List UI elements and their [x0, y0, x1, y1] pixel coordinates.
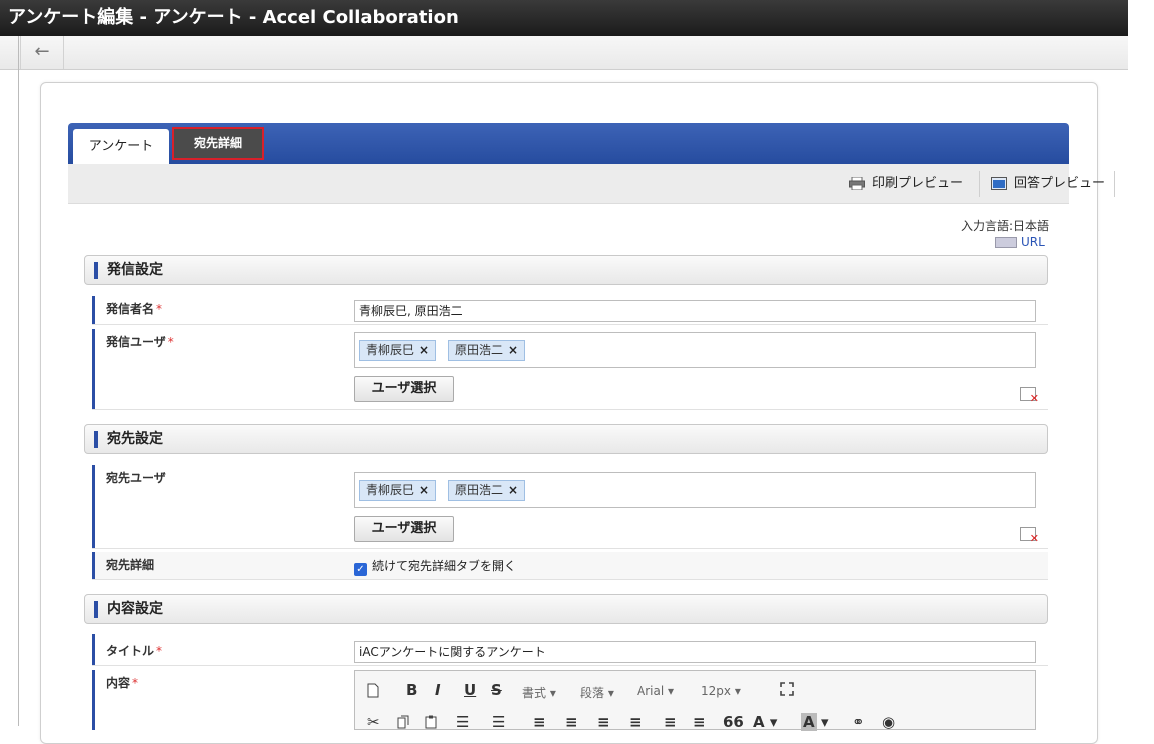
clear-users-icon[interactable]: [1020, 527, 1039, 545]
url-label: URL: [1021, 235, 1045, 249]
user-tag: 原田浩二 ×: [448, 340, 526, 361]
url-icon: [995, 237, 1017, 248]
checkbox-checked-icon[interactable]: ✓: [354, 563, 367, 576]
required-mark: *: [156, 644, 163, 658]
sender-name-input[interactable]: 青柳辰巳, 原田浩二: [354, 300, 1036, 322]
window-title: アンケート編集 - アンケート - Accel Collaboration: [0, 0, 1128, 36]
outdent-icon[interactable]: ≡: [664, 713, 677, 731]
align-right-icon[interactable]: ≡: [597, 713, 610, 731]
remove-tag-icon[interactable]: ×: [508, 343, 518, 357]
recipient-user-label: 宛先ユーザ: [92, 465, 346, 548]
preview-eye-icon[interactable]: ◉: [882, 713, 895, 731]
indent-icon[interactable]: ≡: [693, 713, 706, 731]
section-title: 内容設定: [107, 601, 163, 617]
sender-user-label: 発信ユーザ *: [92, 329, 346, 409]
preview-window-icon: [991, 177, 1007, 190]
sender-user-select-button[interactable]: ユーザ選択: [354, 376, 454, 402]
open-detail-checkbox[interactable]: ✓ 続けて宛先詳細タブを開く: [354, 557, 516, 576]
section-marker: [94, 431, 98, 448]
fullscreen-icon[interactable]: [780, 682, 794, 696]
strikethrough-button[interactable]: S: [491, 681, 502, 699]
tab-recipient-detail[interactable]: 宛先詳細: [172, 127, 264, 160]
section-header-content[interactable]: 内容設定: [84, 594, 1048, 624]
print-preview-label: 印刷プレビュー: [872, 176, 964, 191]
paragraph-dropdown[interactable]: 段落 ▾: [580, 684, 614, 701]
paste-icon[interactable]: [425, 715, 437, 729]
cut-icon[interactable]: ✂: [367, 713, 380, 731]
required-mark: *: [156, 302, 163, 316]
underline-button[interactable]: U: [464, 681, 476, 699]
italic-button[interactable]: I: [435, 681, 441, 699]
find-binoculars-icon[interactable]: ⚭: [852, 713, 865, 731]
blockquote-icon[interactable]: 66: [723, 713, 744, 731]
input-language: 入力言語:日本語: [960, 219, 1049, 233]
section-header-recipient[interactable]: 宛先設定: [84, 424, 1048, 454]
section-title: 発信設定: [107, 262, 163, 278]
tab-bar: アンケート 宛先詳細: [68, 123, 1069, 164]
answer-preview-label: 回答プレビュー: [1014, 176, 1106, 191]
size-dropdown[interactable]: 12px ▾: [701, 684, 741, 698]
background-color-button[interactable]: A: [801, 713, 817, 731]
numbered-list-icon[interactable]: ☰: [492, 713, 505, 731]
remove-tag-icon[interactable]: ×: [419, 343, 429, 357]
bg-color-dropdown-icon[interactable]: ▾: [821, 713, 829, 731]
sender-user-tagbox[interactable]: 青柳辰巳 × 原田浩二 ×: [354, 332, 1036, 368]
row-recipient-detail: 宛先詳細 ✓ 続けて宛先詳細タブを開く: [92, 552, 1048, 580]
user-tag: 原田浩二 ×: [448, 480, 526, 501]
bullet-list-icon[interactable]: ☰: [456, 713, 469, 731]
remove-tag-icon[interactable]: ×: [508, 483, 518, 497]
back-arrow-icon[interactable]: ←: [20, 36, 64, 69]
open-detail-checkbox-label: 続けて宛先詳細タブを開く: [372, 559, 517, 573]
printer-icon: [849, 177, 865, 190]
align-left-icon[interactable]: ≡: [533, 713, 546, 731]
section-header-sender[interactable]: 発信設定: [84, 255, 1048, 285]
top-toolbar: ←: [0, 36, 1128, 70]
remove-tag-icon[interactable]: ×: [419, 483, 429, 497]
sender-name-label: 発信者名 *: [92, 296, 346, 324]
recipient-user-tagbox[interactable]: 青柳辰巳 × 原田浩二 ×: [354, 472, 1036, 508]
url-link[interactable]: URL: [995, 235, 1045, 249]
user-tag: 青柳辰巳 ×: [359, 480, 437, 501]
title-input[interactable]: iACアンケートに関するアンケート: [354, 641, 1036, 663]
new-document-icon[interactable]: [367, 683, 379, 698]
row-title: タイトル * iACアンケートに関するアンケート: [92, 634, 1048, 666]
align-center-icon[interactable]: ≡: [565, 713, 578, 731]
format-dropdown[interactable]: 書式 ▾: [522, 684, 556, 701]
answer-preview-button[interactable]: 回答プレビュー: [979, 171, 1115, 197]
bold-button[interactable]: B: [406, 681, 417, 699]
row-recipient-user: 宛先ユーザ 青柳辰巳 × 原田浩二 × ユーザ選択: [92, 465, 1048, 549]
row-body: 内容 * B I U S 書式 ▾ 段落 ▾ Arial ▾ 12px ▾ ✂ ☰…: [92, 670, 1048, 731]
clear-users-icon[interactable]: [1020, 387, 1039, 405]
required-mark: *: [132, 676, 139, 690]
font-color-button[interactable]: A ▾: [753, 713, 777, 731]
preview-toolbar: 印刷プレビュー 回答プレビュー: [68, 164, 1115, 204]
section-marker: [94, 601, 98, 618]
title-label: タイトル *: [92, 634, 346, 665]
row-sender-user: 発信ユーザ * 青柳辰巳 × 原田浩二 × ユーザ選択: [92, 329, 1048, 410]
body-label: 内容 *: [92, 670, 346, 730]
align-justify-icon[interactable]: ≡: [629, 713, 642, 731]
left-divider: [18, 36, 19, 726]
copy-icon[interactable]: [397, 715, 409, 729]
recipient-detail-label: 宛先詳細: [92, 552, 346, 579]
row-sender-name: 発信者名 * 青柳辰巳, 原田浩二: [92, 296, 1048, 325]
section-marker: [94, 262, 98, 279]
rich-text-editor[interactable]: B I U S 書式 ▾ 段落 ▾ Arial ▾ 12px ▾ ✂ ☰ ☰ ≡…: [354, 670, 1036, 731]
section-title: 宛先設定: [107, 431, 163, 447]
print-preview-button[interactable]: 印刷プレビュー: [838, 171, 974, 197]
tab-survey[interactable]: アンケート: [73, 129, 169, 164]
recipient-user-select-button[interactable]: ユーザ選択: [354, 516, 454, 542]
required-mark: *: [167, 335, 174, 349]
user-tag: 青柳辰巳 ×: [359, 340, 437, 361]
font-dropdown[interactable]: Arial ▾: [637, 684, 674, 698]
